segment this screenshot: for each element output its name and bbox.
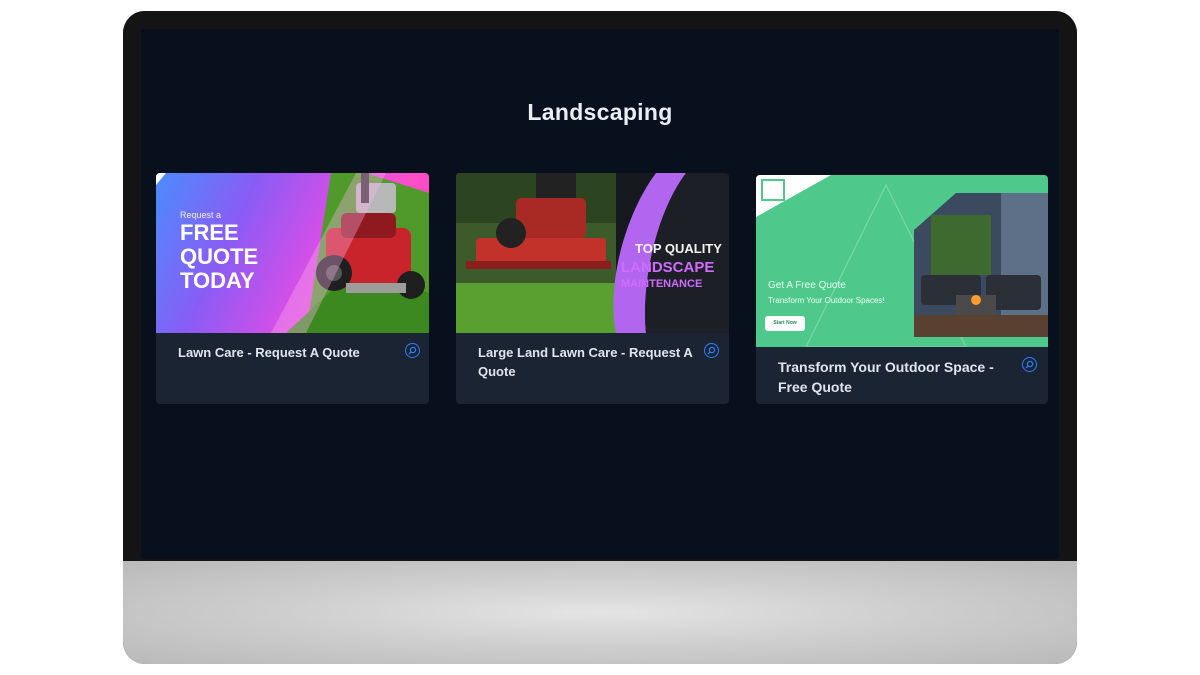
- card-thumbnail: TOP QUALITY LANDSCAPE MAINTENANCE: [456, 173, 729, 333]
- card-thumbnail: Request a FREE QUOTE TODAY: [156, 173, 429, 333]
- zoom-icon[interactable]: [405, 343, 420, 358]
- promo-line-3: TODAY: [180, 268, 255, 293]
- promo-line-top-quality: TOP QUALITY: [635, 241, 722, 256]
- monitor-frame: Landscaping Request a FREE QUOTE TODAY L…: [123, 11, 1077, 664]
- card-caption[interactable]: Transform Your Outdoor Space - Free Quot…: [778, 357, 1008, 397]
- promo-small-text: Request a: [180, 210, 222, 220]
- gallery-card-outdoor-space[interactable]: Get A Free Quote Transform Your Outdoor …: [756, 175, 1048, 404]
- promo-subheading: Transform Your Outdoor Spaces!: [768, 296, 885, 305]
- page-title: Landscaping: [527, 99, 673, 125]
- card-caption[interactable]: Large Land Lawn Care - Request A Quote: [478, 343, 693, 381]
- zoom-icon[interactable]: [704, 343, 719, 358]
- zoom-icon[interactable]: [1022, 357, 1037, 372]
- card-caption[interactable]: Lawn Care - Request A Quote: [178, 343, 388, 362]
- promo-line-landscape: LANDSCAPE: [621, 259, 715, 276]
- monitor-chin: [123, 561, 1077, 664]
- screen: Landscaping Request a FREE QUOTE TODAY L…: [141, 29, 1059, 559]
- promo-heading: Get A Free Quote: [768, 280, 846, 291]
- promo-line-maintenance: MAINTENANCE: [621, 278, 703, 290]
- card-thumbnail: Get A Free Quote Transform Your Outdoor …: [756, 175, 1048, 347]
- promo-line-1: FREE: [180, 220, 239, 245]
- start-now-button: Start Now: [765, 316, 805, 331]
- gallery-card-lawn-care[interactable]: Request a FREE QUOTE TODAY Lawn Care - R…: [156, 173, 429, 404]
- promo-line-2: QUOTE: [180, 244, 259, 269]
- gallery-card-large-land[interactable]: TOP QUALITY LANDSCAPE MAINTENANCE Large …: [456, 173, 729, 404]
